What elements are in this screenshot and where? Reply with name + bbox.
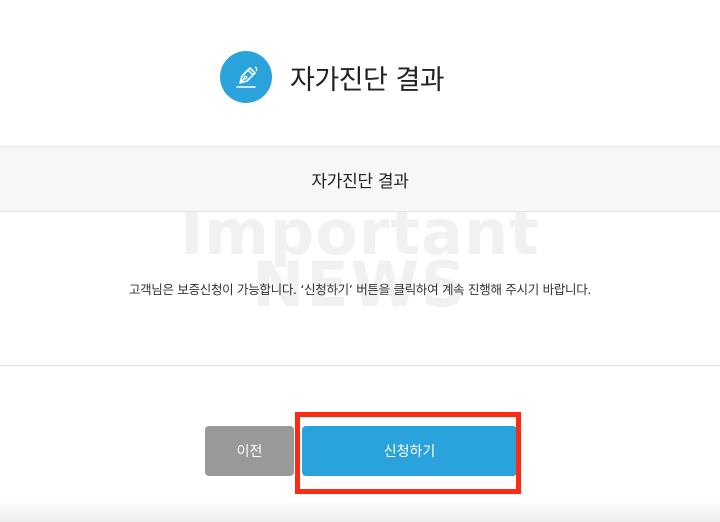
button-area: 이전 신청하기 — [0, 366, 720, 522]
prev-button[interactable]: 이전 — [205, 426, 294, 476]
page-header: 자가진단 결과 — [0, 0, 720, 146]
apply-button[interactable]: 신청하기 — [302, 426, 517, 476]
title-group: 자가진단 결과 — [220, 51, 445, 103]
bottom-fade — [0, 500, 720, 522]
section-title: 자가진단 결과 — [311, 171, 409, 192]
pen-nib-icon — [220, 51, 272, 103]
result-message: 고객님은 보증신청이 가능합니다. ‘신청하기’ 버튼을 클릭하여 계속 진행해… — [128, 282, 592, 297]
result-content: Important NEWS 고객님은 보증신청이 가능합니다. ‘신청하기’ … — [0, 212, 720, 366]
section-header: 자가진단 결과 — [0, 146, 720, 212]
page-title: 자가진단 결과 — [290, 64, 445, 96]
